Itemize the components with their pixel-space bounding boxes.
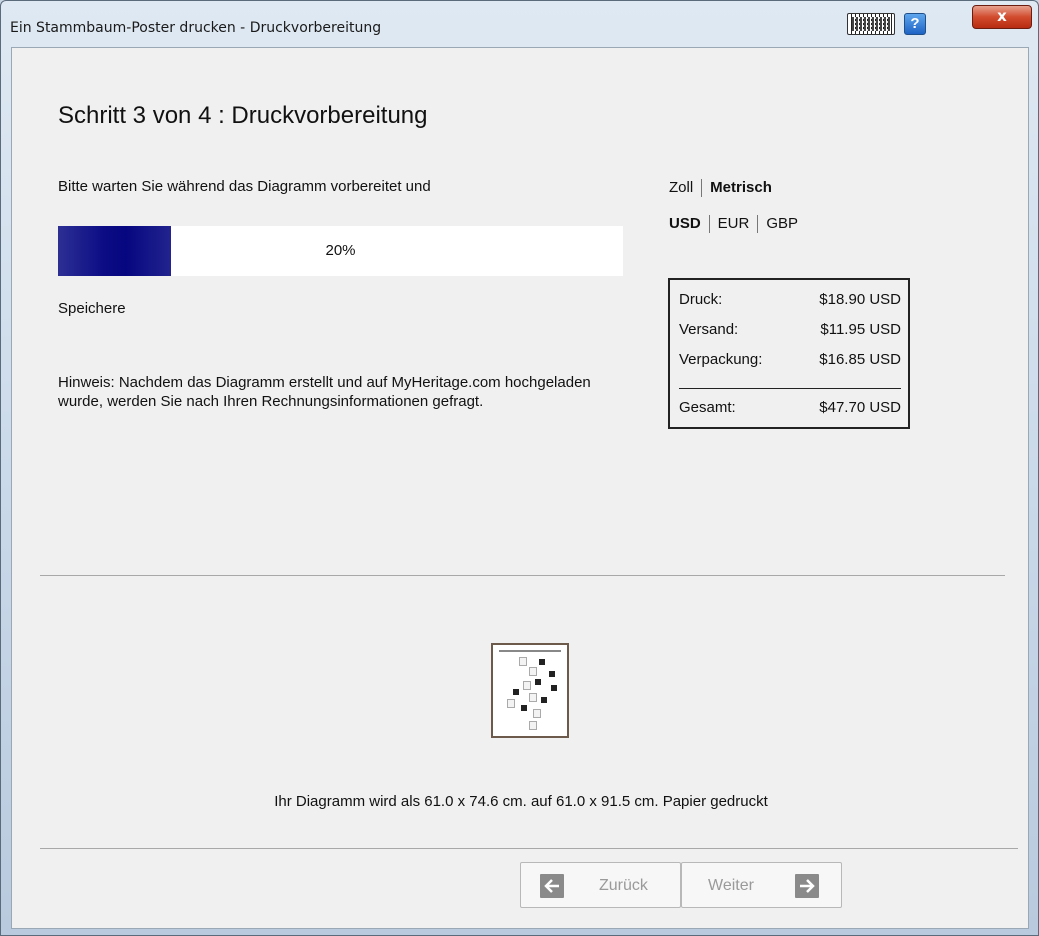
progress-label: 20% — [325, 242, 356, 259]
tree-node — [507, 699, 515, 708]
wait-text: Bitte warten Sie während das Diagramm vo… — [58, 178, 431, 195]
keyboard-icon[interactable] — [847, 13, 895, 35]
help-icon[interactable]: ? — [904, 13, 926, 35]
back-button[interactable]: Zurück — [520, 862, 681, 908]
next-button[interactable]: Weiter — [681, 862, 842, 908]
price-label: Versand: — [679, 321, 739, 338]
tree-node — [529, 693, 537, 702]
currency-option-gbp[interactable]: GBP — [766, 215, 798, 232]
total-value: $47.70 USD — [819, 399, 901, 416]
tree-node — [529, 667, 537, 676]
print-size-note: Ihr Diagramm wird als 61.0 x 74.6 cm. au… — [274, 793, 768, 810]
tree-node — [541, 697, 547, 703]
tree-node — [513, 689, 519, 695]
tree-node — [551, 685, 557, 691]
tree-node — [519, 657, 527, 666]
price-row-verpackung: Verpackung: $16.85 USD — [679, 351, 901, 368]
title-bar: Ein Stammbaum-Poster drucken - Druckvorb… — [1, 1, 1038, 37]
dialog-window: Ein Stammbaum-Poster drucken - Druckvorb… — [0, 0, 1039, 936]
window-title: Ein Stammbaum-Poster drucken - Druckvorb… — [10, 20, 382, 36]
tree-node — [533, 709, 541, 718]
preview-title-line — [499, 650, 561, 652]
price-value: $16.85 USD — [819, 351, 901, 368]
next-button-label: Weiter — [708, 877, 754, 894]
step-title: Schritt 3 von 4 : Druckvorbereitung — [58, 102, 428, 129]
arrow-right-icon — [795, 874, 819, 898]
currency-selector: USD EUR GBP — [669, 215, 798, 234]
back-button-label: Zurück — [599, 877, 648, 894]
total-label: Gesamt: — [679, 399, 736, 416]
status-text: Speichere — [58, 300, 126, 317]
price-summary: Druck: $18.90 USD Versand: $11.95 USD Ve… — [668, 278, 910, 429]
poster-preview-thumbnail — [491, 643, 569, 738]
price-value: $18.90 USD — [819, 291, 901, 308]
tree-node — [521, 705, 527, 711]
price-label: Verpackung: — [679, 351, 763, 368]
tree-node — [529, 721, 537, 730]
footer-divider — [40, 848, 1018, 849]
currency-option-eur[interactable]: EUR — [718, 215, 750, 232]
tree-node — [549, 671, 555, 677]
tree-node — [539, 659, 545, 665]
price-row-versand: Versand: $11.95 USD — [679, 321, 901, 338]
dialog-content: Schritt 3 von 4 : Druckvorbereitung Bitt… — [11, 47, 1029, 929]
tree-node — [523, 681, 531, 690]
unit-option-zoll[interactable]: Zoll — [669, 179, 693, 196]
unit-option-metrisch[interactable]: Metrisch — [710, 179, 772, 196]
price-value: $11.95 USD — [820, 321, 901, 338]
length-unit-selector: Zoll Metrisch — [669, 179, 772, 198]
tree-node — [535, 679, 541, 685]
close-button[interactable]: x — [972, 5, 1032, 29]
price-divider — [679, 388, 901, 389]
currency-option-usd[interactable]: USD — [669, 215, 701, 232]
price-row-total: Gesamt: $47.70 USD — [679, 399, 901, 416]
arrow-left-icon — [540, 874, 564, 898]
hint-text: Hinweis: Nachdem das Diagramm erstellt u… — [58, 374, 591, 410]
progress-bar: 20% — [58, 226, 623, 276]
section-divider — [40, 575, 1005, 576]
price-label: Druck: — [679, 291, 723, 308]
price-row-druck: Druck: $18.90 USD — [679, 291, 901, 308]
